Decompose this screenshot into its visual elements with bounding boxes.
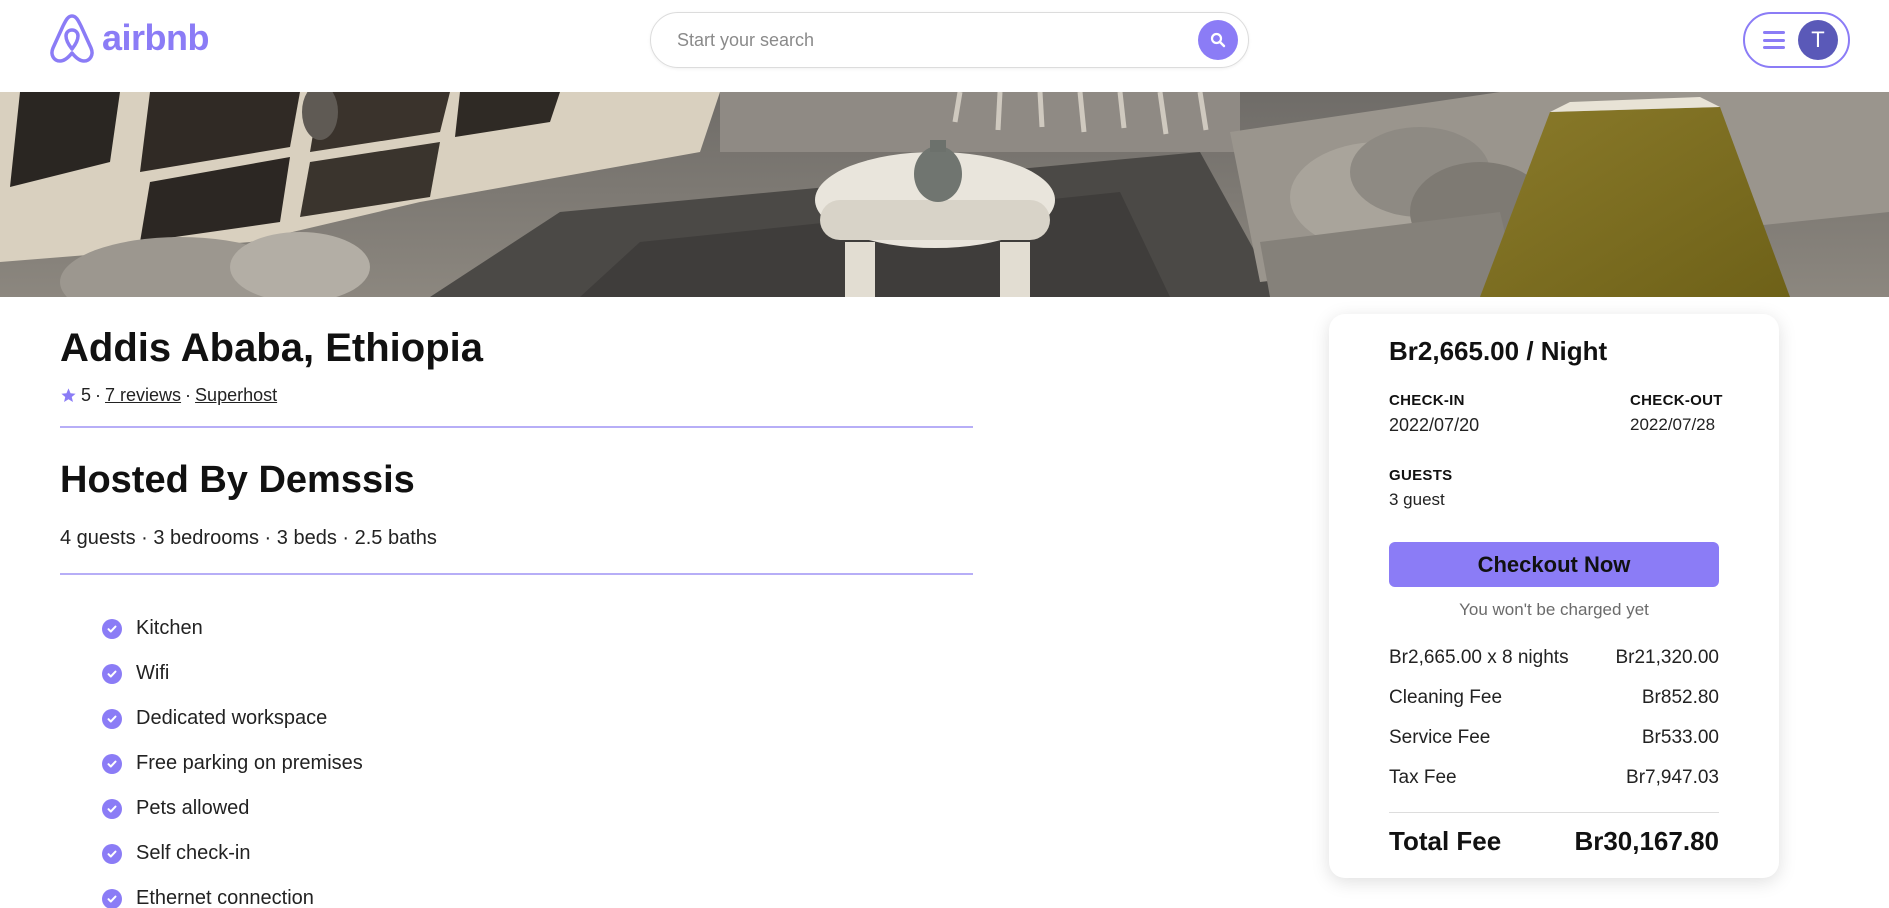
fee-row: Cleaning Fee Br852.80 <box>1389 687 1719 709</box>
amenities-list: Kitchen Wifi Dedicated workspace Free pa… <box>102 606 363 908</box>
fee-amount: Br852.80 <box>1641 687 1719 708</box>
listing-photo <box>0 92 1889 297</box>
amenity-label: Free parking on premises <box>136 752 363 774</box>
fee-label: Cleaning Fee <box>1389 687 1503 708</box>
check-circle-icon <box>102 843 122 864</box>
check-circle-icon <box>102 618 122 639</box>
amenity-label: Self check-in <box>136 842 251 864</box>
avatar: T <box>1798 20 1838 60</box>
divider <box>60 573 973 575</box>
amenity-item: Ethernet connection <box>102 876 363 908</box>
logo-wordmark: airbnb <box>102 17 210 58</box>
separator-dot: · <box>185 385 192 405</box>
fee-row: Br2,665.00 x 8 nights Br21,320.00 <box>1389 647 1719 669</box>
airbnb-logo-icon <box>50 14 94 63</box>
amenity-item: Self check-in <box>102 831 363 876</box>
amenity-label: Pets allowed <box>136 797 250 819</box>
check-circle-icon <box>102 888 122 908</box>
charge-note: You won't be charged yet <box>1459 600 1649 619</box>
rating-value: 5 <box>81 385 92 405</box>
fee-amount: Br21,320.00 <box>1615 647 1719 668</box>
fee-label: Tax Fee <box>1389 767 1457 788</box>
amenity-item: Wifi <box>102 651 363 696</box>
fee-row: Tax Fee Br7,947.03 <box>1389 767 1719 789</box>
listing-title: Addis Ababa, Ethiopia <box>60 326 483 370</box>
total-label: Total Fee <box>1389 826 1502 856</box>
fee-label: Service Fee <box>1389 727 1491 748</box>
search-button[interactable] <box>1198 20 1238 60</box>
search-icon <box>1210 32 1226 48</box>
divider <box>60 426 973 428</box>
booking-card: Br2,665.00 / Night CHECK-IN 2022/07/20 C… <box>1329 314 1779 878</box>
nightly-price: Br2,665.00 / Night <box>1389 336 1608 366</box>
checkout-label: CHECK-OUT <box>1630 392 1723 409</box>
top-navbar: airbnb T <box>0 0 1889 92</box>
fee-amount: Br7,947.03 <box>1626 767 1719 788</box>
check-circle-icon <box>102 663 122 684</box>
guests-label: GUESTS <box>1389 467 1453 484</box>
fee-row: Service Fee Br533.00 <box>1389 727 1719 749</box>
separator-dot: · <box>95 385 102 405</box>
divider <box>1389 812 1719 813</box>
amenity-item: Free parking on premises <box>102 741 363 786</box>
amenity-label: Dedicated workspace <box>136 707 328 729</box>
checkin-label: CHECK-IN <box>1389 392 1465 409</box>
fee-amount: Br533.00 <box>1641 727 1719 748</box>
total-amount: Br30,167.80 <box>1574 826 1719 856</box>
amenity-label: Wifi <box>136 662 170 684</box>
check-circle-icon <box>102 753 122 774</box>
checkin-value[interactable]: 2022/07/20 <box>1389 415 1479 436</box>
search-bar[interactable] <box>650 12 1249 68</box>
search-input[interactable] <box>677 29 1157 51</box>
fee-label: Br2,665.00 x 8 nights <box>1389 647 1569 668</box>
host-title: Hosted By Demssis <box>60 459 415 501</box>
superhost-link[interactable]: Superhost <box>195 385 277 406</box>
amenity-label: Kitchen <box>136 617 203 639</box>
amenity-item: Dedicated workspace <box>102 696 363 741</box>
listing-details: 4 guests · 3 bedrooms · 3 beds · 2.5 bat… <box>60 527 437 549</box>
hamburger-menu-icon <box>1763 31 1785 49</box>
checkout-now-button[interactable]: Checkout Now <box>1389 542 1719 587</box>
total-row: Total Fee Br30,167.80 <box>1389 826 1719 857</box>
listing-photo-image <box>0 92 1889 297</box>
star-icon <box>61 388 76 403</box>
checkout-value[interactable]: 2022/07/28 <box>1630 415 1715 435</box>
check-circle-icon <box>102 708 122 729</box>
amenity-label: Ethernet connection <box>136 887 314 908</box>
rating-row: 5 · 7 reviews · Superhost <box>60 385 277 406</box>
user-menu-button[interactable]: T <box>1743 12 1850 68</box>
guests-value[interactable]: 3 guest <box>1389 490 1445 510</box>
amenity-item: Kitchen <box>102 606 363 651</box>
amenity-item: Pets allowed <box>102 786 363 831</box>
check-circle-icon <box>102 798 122 819</box>
airbnb-logo[interactable]: airbnb <box>48 12 210 64</box>
reviews-link[interactable]: 7 reviews <box>105 385 181 406</box>
